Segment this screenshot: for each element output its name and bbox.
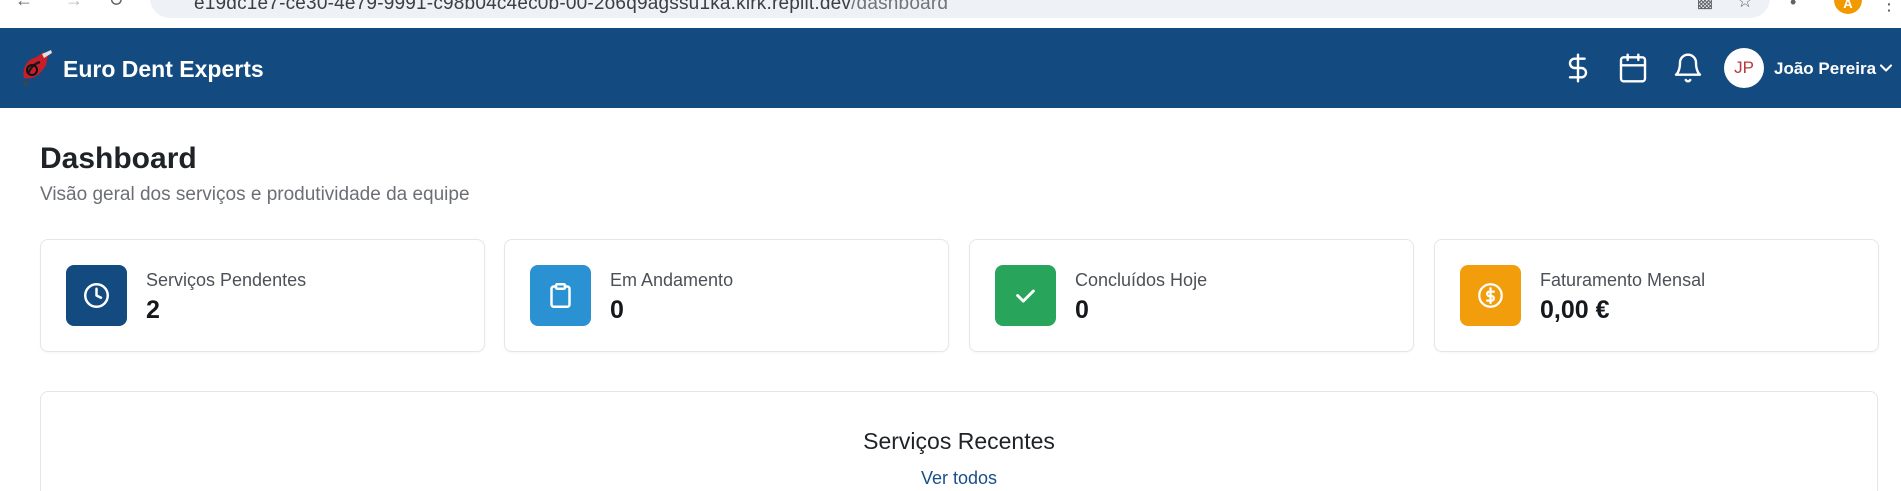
stat-value: 0 (610, 296, 624, 324)
profile-avatar[interactable]: A (1834, 0, 1862, 14)
app-header: Euro Dent Experts JP João Pereira (0, 28, 1901, 108)
kebab-menu-icon[interactable]: ⋮ (1880, 0, 1898, 15)
view-all-link[interactable]: Ver todos (41, 468, 1877, 489)
reload-icon[interactable]: ↻ (106, 0, 126, 10)
clock-icon (66, 265, 127, 326)
dollar-icon[interactable] (1562, 52, 1594, 84)
user-avatar[interactable]: JP (1724, 48, 1764, 88)
brand-name[interactable]: Euro Dent Experts (63, 56, 264, 83)
chevron-down-icon[interactable] (1876, 58, 1896, 78)
check-icon (995, 265, 1056, 326)
stat-label: Em Andamento (610, 270, 734, 290)
stat-card-in-progress[interactable]: Em Andamento 0 (504, 239, 949, 352)
stat-label: Concluídos Hoje (1075, 270, 1208, 290)
stat-card-completed-today[interactable]: Concluídos Hoje 0 (969, 239, 1414, 352)
stat-value: 0 (1075, 296, 1089, 324)
address-url: e19dc1e7-ce30-4e79-9991-c98b04c4ec0b-00-… (194, 0, 949, 14)
brand-logo-icon (18, 48, 54, 88)
dollar-circle-icon (1460, 265, 1521, 326)
bookmark-star-icon[interactable]: ☆ (1734, 0, 1756, 12)
address-bar[interactable]: e19dc1e7-ce30-4e79-9991-c98b04c4ec0b-00-… (150, 0, 1770, 18)
back-icon[interactable]: ← (14, 0, 34, 10)
stat-card-pending[interactable]: Serviços Pendentes 2 (40, 239, 485, 352)
extensions-icon[interactable]: • (1790, 0, 1796, 13)
page-subtitle: Visão geral dos serviços e produtividade… (40, 184, 470, 205)
forward-icon[interactable]: → (64, 0, 84, 10)
stat-value: 0,00 € (1540, 296, 1610, 324)
stat-label: Serviços Pendentes (146, 270, 307, 290)
stat-value: 2 (146, 296, 160, 324)
recent-services-panel: Serviços Recentes Ver todos (40, 391, 1878, 491)
stat-label: Faturamento Mensal (1540, 270, 1706, 290)
browser-chrome: ← → ↻ e19dc1e7-ce30-4e79-9991-c98b04c4ec… (0, 0, 1901, 28)
translate-icon[interactable]: ▩ (1694, 0, 1716, 12)
stat-card-monthly-revenue[interactable]: Faturamento Mensal 0,00 € (1434, 239, 1879, 352)
clipboard-icon (530, 265, 591, 326)
page-title: Dashboard (40, 142, 197, 175)
user-name[interactable]: João Pereira (1774, 59, 1876, 79)
recent-services-title: Serviços Recentes (863, 428, 1055, 454)
bell-icon[interactable] (1672, 52, 1704, 84)
calendar-icon[interactable] (1617, 52, 1649, 84)
